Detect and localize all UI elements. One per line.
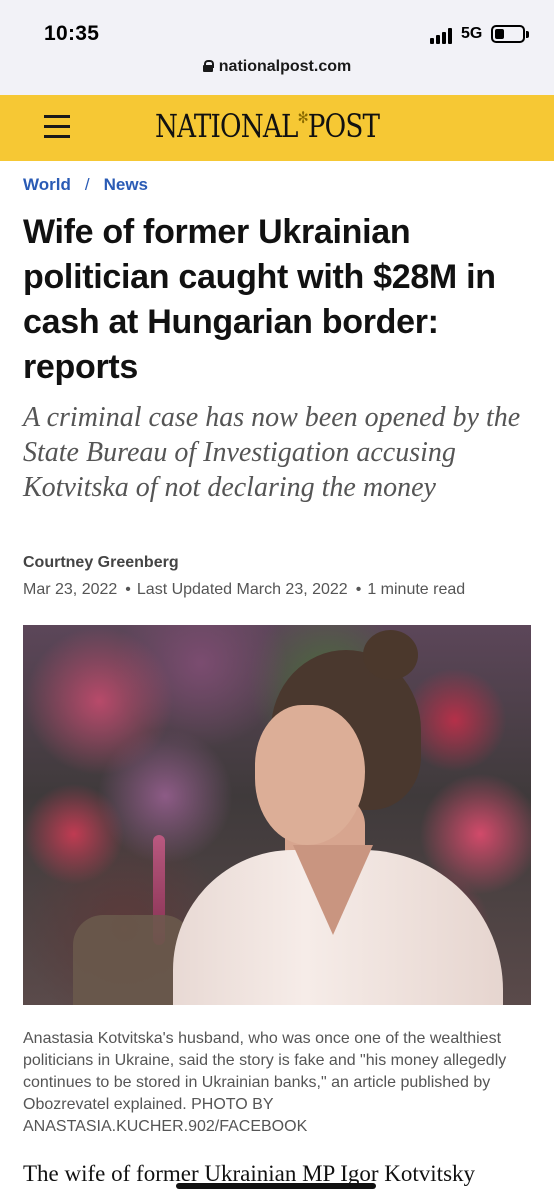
status-bar: 10:35 5G nationalpost.com (0, 0, 554, 95)
breadcrumb-news[interactable]: News (104, 175, 148, 194)
site-logo[interactable]: NATIONAL✻POST (155, 107, 380, 145)
breadcrumb: World / News (23, 175, 148, 195)
site-header: NATIONAL✻POST (0, 95, 554, 161)
maple-leaf-icon: ✻ (297, 108, 309, 127)
author-name[interactable]: Courtney Greenberg (23, 554, 179, 572)
publish-date: Mar 23, 2022 (23, 581, 118, 598)
updated-date: Last Updated March 23, 2022 (136, 581, 348, 598)
signal-strength-icon (430, 28, 456, 44)
home-indicator[interactable] (176, 1183, 376, 1189)
network-type: 5G (461, 25, 483, 42)
photo-caption: Anastasia Kotvitska's husband, who was o… (23, 1030, 507, 1135)
article-subheadline: A criminal case has now been opened by t… (23, 402, 521, 503)
breadcrumb-world[interactable]: World (23, 175, 71, 194)
article-dates: Mar 23, 2022 • Last Updated March 23, 2022… (23, 581, 466, 598)
article-photo[interactable] (23, 625, 531, 1005)
article-headline: Wife of former Ukrainian politician caug… (23, 213, 496, 386)
status-time: 10:35 (44, 22, 100, 45)
battery-icon (491, 25, 529, 43)
read-time: 1 minute read (367, 581, 466, 598)
url-text: nationalpost.com (218, 58, 352, 75)
lock-icon (202, 60, 214, 72)
menu-icon[interactable] (44, 115, 70, 139)
address-bar[interactable]: nationalpost.com (0, 58, 554, 76)
breadcrumb-separator: / (84, 175, 90, 194)
